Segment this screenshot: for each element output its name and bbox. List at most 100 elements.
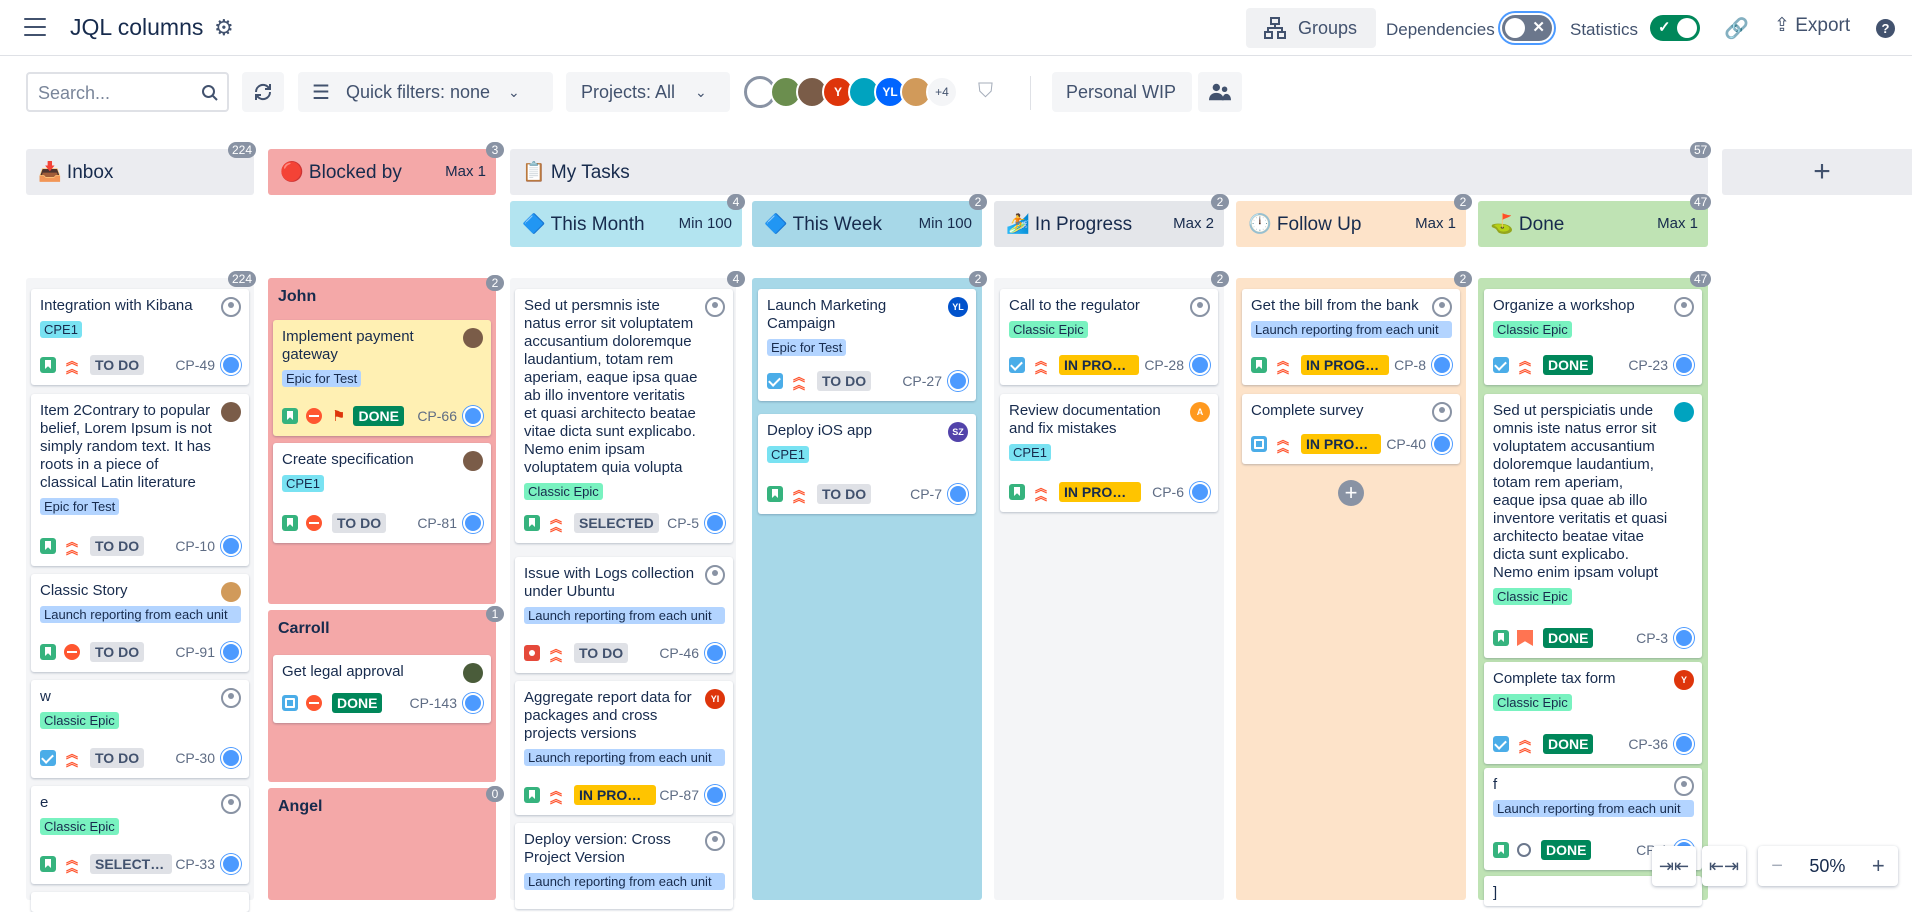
expand-icon[interactable]: ⇤⇥ xyxy=(1702,846,1746,886)
card[interactable]: w Classic Epic ︽ ︽ TO DO CP-30 xyxy=(31,680,249,778)
avatar[interactable] xyxy=(1432,297,1452,317)
status-badge[interactable]: DONE xyxy=(1541,840,1592,860)
avatar[interactable] xyxy=(463,513,483,533)
avatar[interactable] xyxy=(705,565,725,585)
avatar[interactable]: YI xyxy=(705,689,725,709)
avatar[interactable] xyxy=(1674,628,1694,648)
personal-wip-button[interactable]: Personal WIP xyxy=(1052,72,1192,112)
collapse-icon[interactable]: ⇥⇤ xyxy=(1652,846,1696,886)
avatar[interactable] xyxy=(1432,355,1452,375)
avatar[interactable] xyxy=(1190,355,1210,375)
avatar[interactable] xyxy=(1432,402,1452,422)
issue-key[interactable]: CP-8 xyxy=(1394,357,1426,373)
card[interactable]: Get the bill from the bank Launch report… xyxy=(1242,289,1460,385)
avatar[interactable]: SZ xyxy=(948,422,968,442)
card[interactable]: Complete survey ︽︽ IN PROGRESS CP-40 xyxy=(1242,394,1460,464)
status-badge[interactable]: TO DO xyxy=(90,748,145,768)
issue-key[interactable]: CP-28 xyxy=(1144,357,1184,373)
groups-button[interactable]: Groups xyxy=(1246,8,1376,48)
status-badge[interactable]: DONE xyxy=(1543,628,1594,648)
card[interactable]: Integration with Kibana CPE1 ︽ ︽ TO DO CP-4… xyxy=(31,289,249,385)
avatar[interactable] xyxy=(705,513,725,533)
card[interactable]: Sed ut perspiciatis unde omnis iste natu… xyxy=(1484,394,1702,658)
avatar[interactable] xyxy=(1674,734,1694,754)
card[interactable]: Review documentation and fix mistakes CP… xyxy=(1000,394,1218,512)
column-header-done[interactable]: ⛳ Done Max 1 xyxy=(1478,201,1708,247)
issue-key[interactable]: CP-91 xyxy=(175,644,215,660)
card[interactable]: Classic Story Launch reporting from each… xyxy=(31,574,249,672)
avatar[interactable] xyxy=(221,854,241,874)
avatar[interactable]: Y xyxy=(1674,670,1694,690)
add-card-button[interactable]: + xyxy=(1338,480,1364,506)
projects-dropdown[interactable]: Projects: All ⌄ xyxy=(566,72,730,112)
column-header-this-week[interactable]: 🔷 This Week Min 100 xyxy=(752,201,982,247)
status-badge[interactable]: DONE xyxy=(1543,734,1594,754)
issue-key[interactable]: CP-3 xyxy=(1636,630,1668,646)
status-badge[interactable]: IN PROGRESS xyxy=(1059,355,1139,375)
avatar[interactable] xyxy=(221,794,241,814)
status-badge[interactable]: IN PROGRESS xyxy=(1301,355,1389,375)
avatar[interactable] xyxy=(221,582,241,602)
card[interactable]: Implement payment gateway Epic for Test … xyxy=(273,320,491,436)
issue-key[interactable]: CP-66 xyxy=(417,408,457,424)
add-column-button[interactable]: + xyxy=(1722,149,1912,195)
issue-key[interactable]: CP-10 xyxy=(175,538,215,554)
avatar[interactable] xyxy=(221,642,241,662)
avatar[interactable] xyxy=(1674,297,1694,317)
avatar[interactable] xyxy=(705,643,725,663)
card[interactable]: Deploy version: Cross Project Version La… xyxy=(515,823,733,909)
issue-key[interactable]: CP-27 xyxy=(902,373,942,389)
status-badge[interactable]: TO DO xyxy=(574,643,629,663)
avatar[interactable] xyxy=(1674,776,1694,796)
status-badge[interactable]: DONE xyxy=(353,406,404,426)
card[interactable]: Complete tax form Classic Epic Y ︽ ︽ DONE C… xyxy=(1484,662,1702,764)
avatar[interactable] xyxy=(463,693,483,713)
card[interactable]: Launch Marketing Campaign Epic for Test … xyxy=(758,289,976,401)
avatar[interactable] xyxy=(705,297,725,317)
help-icon[interactable]: ? xyxy=(1876,19,1895,38)
status-badge[interactable]: SELECTED xyxy=(90,854,172,874)
status-badge[interactable]: IN PROGRESS xyxy=(1301,434,1381,454)
avatar[interactable] xyxy=(221,688,241,708)
card[interactable]: e Classic Epic ︽ ︽ SELECTED CP-33 xyxy=(31,786,249,884)
statistics-toggle[interactable]: ✓ xyxy=(1650,15,1700,41)
card[interactable]: Create specification CPE1 TO DO CP-81 xyxy=(273,443,491,543)
column-header-blocked[interactable]: 🔴 Blocked by Max 1 xyxy=(268,149,496,195)
status-badge[interactable]: IN PROGRESS xyxy=(574,785,656,805)
column-header-this-month[interactable]: 🔷 This Month Min 100 xyxy=(510,201,742,247)
avatar[interactable] xyxy=(1674,355,1694,375)
avatar[interactable] xyxy=(463,663,483,683)
issue-key[interactable]: CP-87 xyxy=(659,787,699,803)
avatar[interactable] xyxy=(221,297,241,317)
link-icon[interactable]: 🔗 xyxy=(1724,16,1749,41)
refresh-button[interactable] xyxy=(242,72,284,112)
issue-key[interactable]: CP-33 xyxy=(175,856,215,872)
avatar[interactable] xyxy=(1190,297,1210,317)
card[interactable]: Issue with Logs collection under Ubuntu … xyxy=(515,557,733,673)
avatar[interactable] xyxy=(1190,482,1210,502)
avatar[interactable]: YL xyxy=(948,297,968,317)
avatar[interactable] xyxy=(463,406,483,426)
avatar[interactable] xyxy=(948,484,968,504)
column-header-inbox[interactable]: 📥 Inbox xyxy=(26,149,254,195)
status-badge[interactable]: TO DO xyxy=(90,355,145,375)
avatar[interactable] xyxy=(948,371,968,391)
zoom-out-button[interactable]: − xyxy=(1771,855,1783,878)
status-badge[interactable]: DONE xyxy=(1543,355,1594,375)
avatar[interactable] xyxy=(463,451,483,471)
quick-filters-dropdown[interactable]: ☰ Quick filters: none ⌄ xyxy=(298,72,553,112)
status-badge[interactable]: DONE xyxy=(332,693,383,713)
avatar[interactable] xyxy=(1432,434,1452,454)
issue-key[interactable]: CP-81 xyxy=(417,515,457,531)
avatar[interactable] xyxy=(1674,402,1694,422)
issue-key[interactable]: CP-5 xyxy=(667,515,699,531)
avatar[interactable] xyxy=(221,402,241,422)
issue-key[interactable]: CP-36 xyxy=(1628,736,1668,752)
zoom-in-button[interactable]: + xyxy=(1872,853,1885,879)
export-button[interactable]: ⇪ Export xyxy=(1774,14,1850,37)
clear-filter-icon[interactable]: ⛉ xyxy=(978,80,993,103)
avatar[interactable] xyxy=(221,748,241,768)
card[interactable]: Organize a workshop Classic Epic ︽ ︽ DONE C… xyxy=(1484,289,1702,385)
more-avatars[interactable]: +4 xyxy=(926,76,958,108)
status-badge[interactable]: TO DO xyxy=(90,536,145,556)
